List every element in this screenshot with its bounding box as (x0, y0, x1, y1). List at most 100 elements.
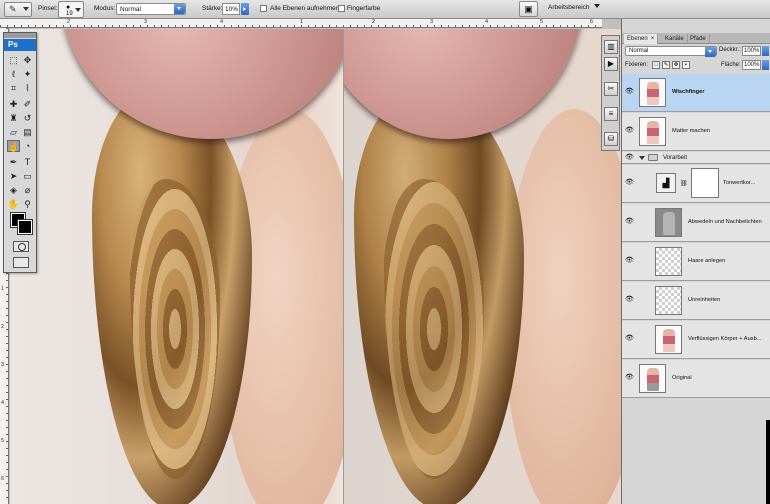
path-selection-tool-icon[interactable]: ➤ (7, 170, 20, 182)
lock-transparency-icon[interactable]: □ (652, 61, 660, 69)
visibility-eye-icon[interactable]: 👁 (625, 154, 635, 162)
strength-input[interactable]: 10% (222, 3, 240, 15)
marquee-tool-icon[interactable]: ⬚ (7, 54, 20, 66)
layer-group-row[interactable]: 👁 Vorarbeit (622, 152, 770, 164)
palette-dock-button[interactable]: ▣ (519, 1, 538, 17)
dodge-tool-icon[interactable]: ◔ (21, 140, 34, 152)
gradient-tool-icon[interactable]: ▤ (21, 126, 34, 138)
background-color-swatch[interactable] (17, 219, 33, 235)
layer-group-name: Vorarbeit (663, 155, 688, 161)
healing-brush-tool-icon[interactable]: ✚ (7, 98, 20, 110)
visibility-eye-icon[interactable]: 👁 (625, 88, 635, 96)
visibility-eye-icon[interactable]: 👁 (625, 374, 635, 382)
layer-name: Abwedeln und Nachbelichten (688, 219, 762, 225)
layer-name: Matter machen (672, 128, 710, 134)
tab-layers[interactable]: Ebenen × (624, 34, 659, 44)
layer-row[interactable]: 👁 Abwedeln und Nachbelichten (622, 204, 770, 242)
visibility-eye-icon[interactable]: 👁 (625, 335, 635, 343)
fill-input[interactable]: 100% (742, 60, 761, 70)
blend-mode-value: Normal (629, 48, 649, 54)
brush-picker[interactable]: ● 19 (58, 1, 84, 18)
folder-icon (648, 154, 658, 161)
3d-rotate-tool-icon[interactable]: ◈ (7, 184, 20, 196)
brush-tool-icon[interactable]: ✐ (21, 98, 34, 110)
screen-mode-button[interactable] (13, 257, 29, 268)
all-layers-checkbox[interactable] (260, 5, 267, 12)
mode-value: Normal (120, 6, 141, 13)
layer-row[interactable]: 👁 ▟ ⛓ Tonwertkor... (622, 165, 770, 203)
layer-row[interactable]: 👁 Wischfinger (622, 74, 770, 112)
pen-tool-icon[interactable]: ✒ (7, 156, 20, 168)
opacity-input[interactable]: 100% (742, 46, 761, 56)
3d-camera-tool-icon[interactable]: ⌀ (21, 184, 34, 196)
clone-stamp-tool-icon[interactable]: ♜ (7, 112, 20, 124)
strength-label: Stärke: (202, 5, 223, 12)
smudge-tool-icon[interactable]: ☝ (7, 140, 20, 152)
lock-label: Fixieren: (625, 62, 649, 68)
layer-thumbnail (639, 117, 666, 146)
tab-paths[interactable]: Pfade (687, 34, 710, 44)
visibility-eye-icon[interactable]: 👁 (625, 179, 635, 187)
mode-label: Modus: (94, 5, 116, 12)
type-tool-icon[interactable]: T (21, 156, 34, 168)
layer-row[interactable]: 👁 Original (622, 360, 770, 398)
layer-mask-thumbnail (691, 168, 719, 198)
lock-pixels-icon[interactable]: ✎ (662, 61, 670, 69)
actions-panel-icon[interactable]: ▶ (604, 57, 618, 71)
move-tool-icon[interactable]: ✥ (21, 54, 34, 66)
lasso-tool-icon[interactable]: ℓ (7, 68, 20, 80)
tab-label: Pfade (690, 36, 706, 42)
blend-mode-select[interactable]: Normal (625, 46, 717, 57)
lock-all-icon[interactable]: ▪ (682, 61, 690, 69)
fill-slider-button[interactable] (762, 60, 769, 70)
strength-slider-button[interactable] (241, 3, 249, 15)
scrollbar[interactable] (766, 420, 770, 504)
layer-thumbnail (655, 286, 682, 315)
brushes-panel-icon[interactable]: ≡ (604, 107, 618, 121)
finger-paint-label: Fingerfarbe (347, 5, 381, 12)
layer-row[interactable]: 👁 Haare anlegen (622, 243, 770, 281)
tool-presets-icon[interactable]: ✂ (604, 82, 618, 96)
layer-row[interactable]: 👁 Unreinheiten (622, 282, 770, 320)
layer-name: Tonwertkor... (723, 180, 756, 186)
toolbox-grip[interactable] (4, 33, 36, 38)
close-icon[interactable]: × (651, 36, 655, 42)
eraser-tool-icon[interactable]: ▱ (7, 126, 20, 138)
document-canvas-right[interactable] (344, 29, 621, 504)
document-canvas-left[interactable] (10, 29, 343, 504)
crop-tool-icon[interactable]: ⌗ (7, 82, 20, 94)
ruler-tick: 3 (1, 362, 5, 368)
layer-thumbnail (655, 208, 682, 237)
tab-channels[interactable]: Kanäle (662, 34, 688, 44)
dropdown-arrow-icon (705, 47, 716, 57)
ruler-tick: 4 (1, 400, 5, 406)
layer-row[interactable]: 👁 Matter machen (622, 113, 770, 151)
zoom-tool-icon[interactable]: ⚲ (21, 198, 34, 210)
finger-paint-checkbox[interactable] (338, 5, 345, 12)
lock-position-icon[interactable]: ✥ (672, 61, 680, 69)
mode-select[interactable]: Normal (116, 3, 186, 15)
visibility-eye-icon[interactable]: 👁 (625, 296, 635, 304)
disclosure-triangle-icon[interactable] (639, 156, 645, 160)
panel-tabs: Ebenen × Kanäle Pfade (622, 33, 770, 44)
opacity-slider-button[interactable] (762, 46, 769, 56)
history-brush-tool-icon[interactable]: ↺ (21, 112, 34, 124)
link-icon[interactable]: ⛓ (680, 180, 688, 187)
shape-tool-icon[interactable]: ▭ (21, 170, 34, 182)
magic-wand-tool-icon[interactable]: ✦ (21, 68, 34, 80)
quick-mask-button[interactable] (13, 241, 29, 252)
visibility-eye-icon[interactable]: 👁 (625, 127, 635, 135)
clone-source-icon[interactable]: ⛁ (604, 132, 618, 146)
visibility-eye-icon[interactable]: 👁 (625, 257, 635, 265)
eyedropper-tool-icon[interactable]: ⌇ (21, 82, 34, 94)
layers-panel: Ebenen × Kanäle Pfade Normal Deckkr.: 100… (621, 19, 770, 504)
visibility-eye-icon[interactable]: 👁 (625, 218, 635, 226)
tool-preset-picker[interactable]: ✎ (4, 2, 32, 17)
layer-row[interactable]: 👁 Verflüssigen Körper + Ausb... (622, 321, 770, 359)
hand-tool-icon[interactable]: ✋ (7, 198, 20, 210)
options-bar: ✎ Pinsel: ● 19 Modus: Normal Stärke: 10%… (0, 0, 770, 19)
workspace-menu[interactable]: Arbeitsbereich (548, 4, 600, 11)
history-panel-icon[interactable]: ▥ (604, 40, 618, 54)
ruler-tick: 6 (1, 476, 5, 482)
ruler-tick: 2 (372, 19, 376, 25)
